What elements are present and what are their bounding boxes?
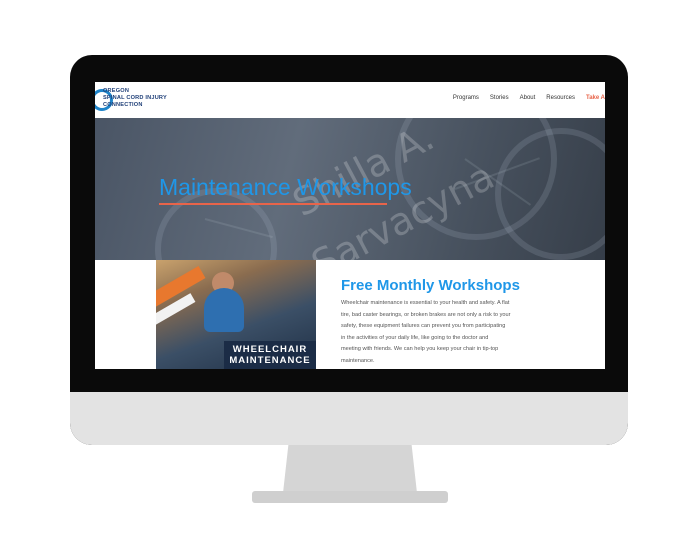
monitor-stand-neck (283, 445, 417, 493)
main-menu: Programs Stories About Resources Take A (453, 95, 605, 107)
hero-banner: Shilla A. Sarvacyna Maintenance Workshop… (95, 118, 605, 260)
nav-item-take-action[interactable]: Take A (586, 95, 605, 107)
feature-section: WHEELCHAIR MAINTENANCE Free Monthly Work… (95, 260, 605, 369)
nav-item-stories[interactable]: Stories (490, 95, 509, 107)
nav-item-about[interactable]: About (520, 95, 536, 107)
page-title: Maintenance Workshops (159, 174, 412, 200)
section-body-text: Wheelchair maintenance is essential to y… (341, 300, 511, 364)
site-logo[interactable]: OREGON SPINAL CORD INJURY CONNECTION (95, 87, 167, 113)
nav-item-programs[interactable]: Programs (453, 95, 479, 107)
logo-text: OREGON SPINAL CORD INJURY CONNECTION (103, 88, 167, 108)
title-underline (159, 203, 387, 205)
top-navigation-bar: OREGON SPINAL CORD INJURY CONNECTION Pro… (95, 82, 605, 118)
website-screen: OREGON SPINAL CORD INJURY CONNECTION Pro… (95, 82, 605, 369)
monitor-chin (70, 392, 628, 445)
nav-item-resources[interactable]: Resources (546, 95, 575, 107)
person-figure (204, 288, 244, 332)
wheelchair-maintenance-image: WHEELCHAIR MAINTENANCE (156, 260, 316, 369)
image-label: WHEELCHAIR MAINTENANCE (229, 344, 311, 366)
monitor-stand-base (252, 491, 448, 503)
section-title: Free Monthly Workshops (341, 277, 520, 294)
